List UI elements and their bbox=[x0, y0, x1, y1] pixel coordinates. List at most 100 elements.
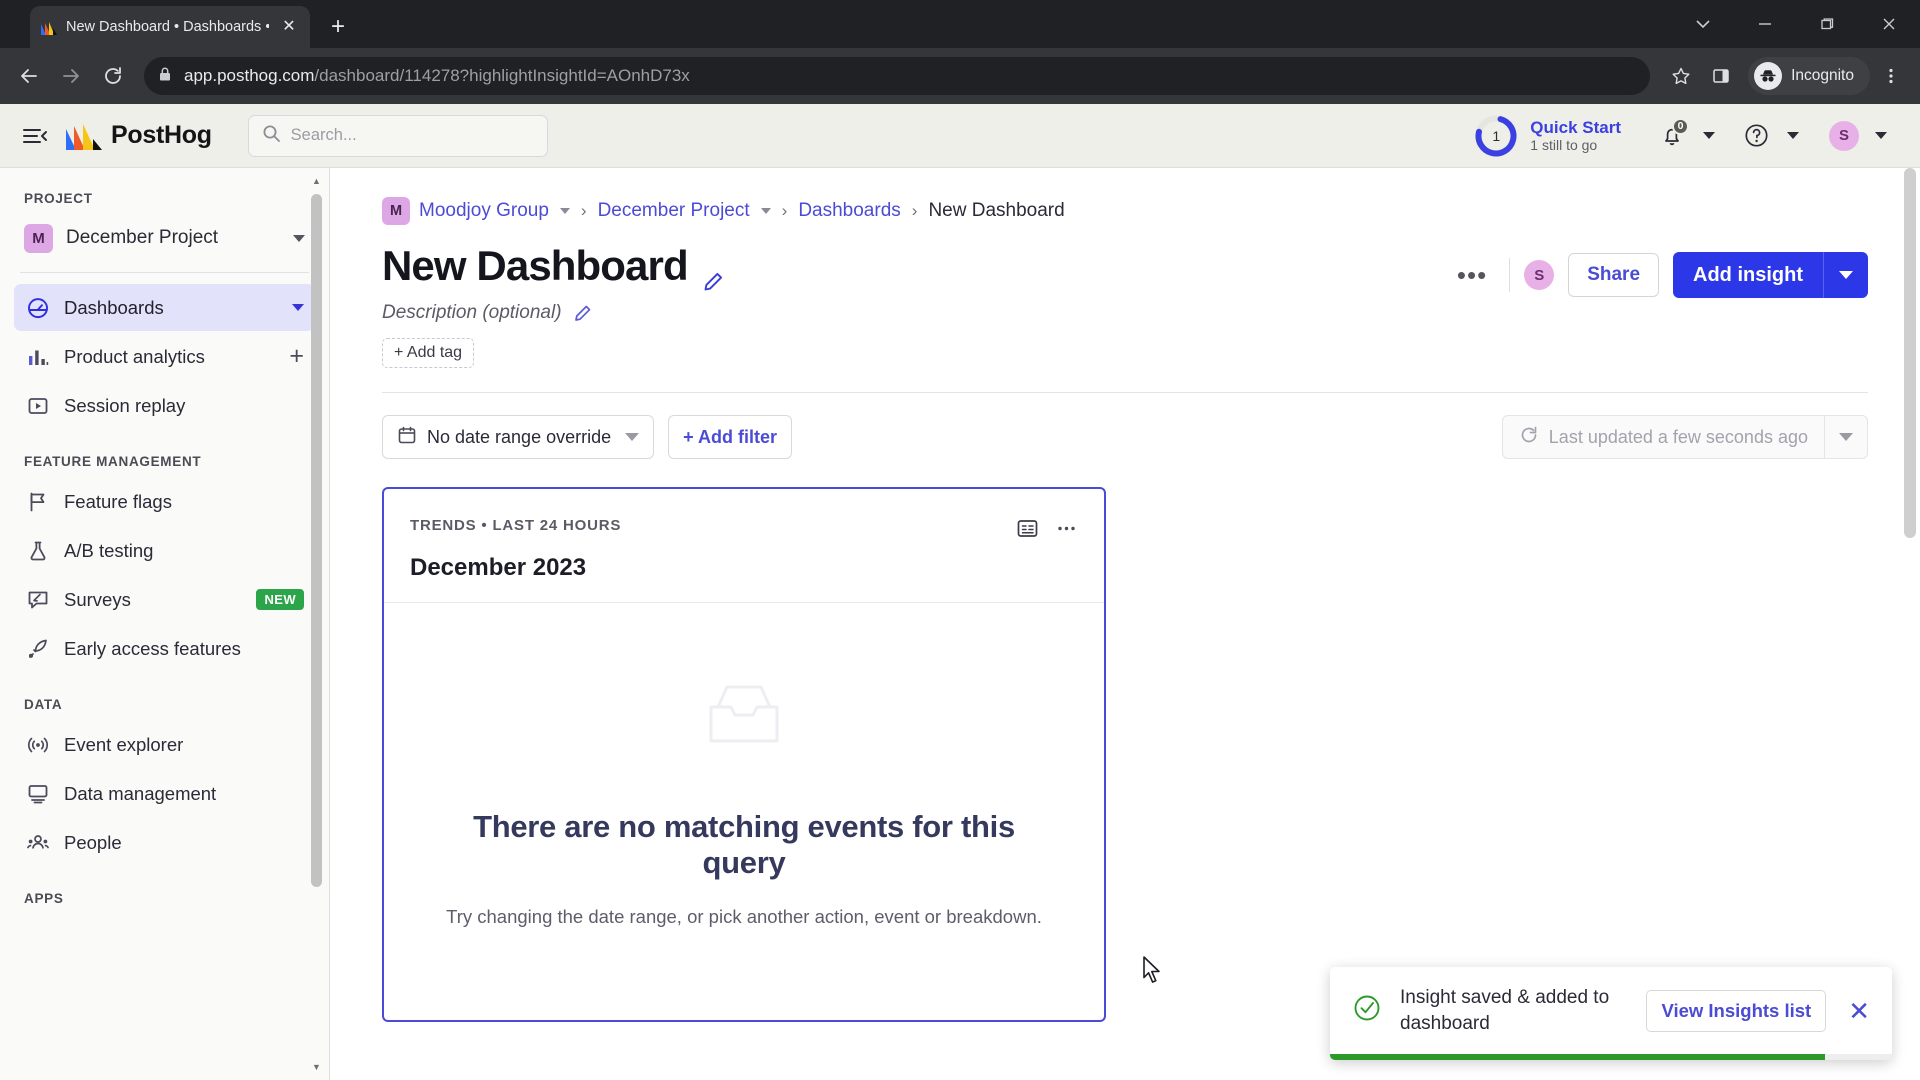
sidebar-item-product-analytics[interactable]: Product analytics + bbox=[14, 333, 315, 380]
toast-body: Insight saved & added to dashboard View … bbox=[1330, 967, 1892, 1054]
sidebar-divider bbox=[20, 272, 309, 273]
share-button[interactable]: Share bbox=[1568, 253, 1660, 297]
sidebar-item-label: Product analytics bbox=[64, 345, 205, 367]
sidebar-project-switcher[interactable]: M December Project bbox=[14, 215, 315, 261]
view-insights-list-button[interactable]: View Insights list bbox=[1646, 989, 1827, 1032]
edit-title-pencil-icon[interactable] bbox=[702, 255, 724, 291]
sidebar-item-label: Early access features bbox=[64, 637, 241, 659]
notifications-chevron-down-icon[interactable] bbox=[1692, 119, 1726, 153]
sidebar-item-feature-flags[interactable]: Feature flags bbox=[14, 478, 315, 525]
sidebar-item-early-access-features[interactable]: Early access features bbox=[14, 625, 315, 672]
add-insight-button[interactable]: Add insight bbox=[1673, 252, 1868, 298]
last-updated-label: Last updated a few seconds ago bbox=[1548, 426, 1808, 447]
back-arrow-icon[interactable] bbox=[10, 57, 48, 95]
dashboards-chevron-down-icon[interactable] bbox=[292, 304, 304, 311]
add-filter-button[interactable]: + Add filter bbox=[668, 415, 792, 459]
kebab-menu-icon[interactable] bbox=[1872, 57, 1910, 95]
minimize-icon[interactable] bbox=[1734, 0, 1796, 48]
sidebar-item-label: Event explorer bbox=[64, 733, 184, 755]
sidebar-item-label: Session replay bbox=[64, 394, 186, 416]
breadcrumb-item-org[interactable]: Moodjoy Group bbox=[419, 200, 549, 222]
project-chevron-down-icon[interactable] bbox=[293, 234, 305, 242]
last-updated-text-wrap: Last updated a few seconds ago bbox=[1503, 425, 1824, 450]
breadcrumb-item-dashboards[interactable]: Dashboards bbox=[798, 200, 900, 222]
header-divider bbox=[382, 392, 1868, 393]
more-options-button[interactable]: ••• bbox=[1449, 262, 1495, 288]
bar-chart-icon bbox=[25, 344, 50, 369]
sidebar-section-apps: APPS bbox=[24, 891, 64, 906]
collaborator-avatar[interactable]: S bbox=[1524, 260, 1555, 290]
sidebar-item-event-explorer[interactable]: Event explorer bbox=[14, 721, 315, 768]
new-tab-button[interactable]: + bbox=[322, 11, 354, 43]
scrollbar-thumb[interactable] bbox=[1904, 168, 1916, 538]
window-close-icon[interactable] bbox=[1858, 0, 1920, 48]
brand-name: PostHog bbox=[111, 121, 212, 149]
sidebar-section-feature-management: FEATURE MANAGEMENT bbox=[24, 454, 202, 469]
insight-card[interactable]: TRENDS • LAST 24 HOURS December 2023 The… bbox=[382, 487, 1106, 1022]
toggle-sidebar-icon[interactable] bbox=[18, 119, 52, 153]
last-updated-control[interactable]: Last updated a few seconds ago bbox=[1501, 415, 1868, 459]
avatar[interactable]: S bbox=[1827, 119, 1861, 153]
last-updated-chevron-down-icon[interactable] bbox=[1825, 433, 1867, 441]
add-tag-button[interactable]: + Add tag bbox=[382, 338, 475, 368]
insight-more-options-icon[interactable] bbox=[1055, 517, 1078, 545]
close-tab-icon[interactable]: ✕ bbox=[278, 16, 300, 38]
tab-search-chevron-down-icon[interactable] bbox=[1672, 0, 1734, 48]
main-scrollbar[interactable] bbox=[1904, 168, 1916, 1080]
forward-arrow-icon[interactable] bbox=[52, 57, 90, 95]
sidebar-item-surveys[interactable]: Surveys NEW bbox=[14, 576, 315, 623]
project-badge: M bbox=[24, 223, 53, 253]
sidebar-item-dashboards[interactable]: Dashboards bbox=[14, 284, 315, 331]
edit-description-pencil-icon[interactable] bbox=[573, 304, 592, 323]
scroll-up-arrow-icon[interactable]: ▲ bbox=[311, 176, 322, 186]
insight-card-kicker: TRENDS • LAST 24 HOURS bbox=[410, 517, 622, 534]
posthog-brand[interactable]: PostHog bbox=[66, 121, 212, 151]
sidebar-item-label: People bbox=[64, 831, 122, 853]
sidebar-scrollbar[interactable]: ▲ ▼ bbox=[311, 176, 322, 1072]
reload-icon[interactable] bbox=[94, 57, 132, 95]
address-bar[interactable]: app.posthog.com/dashboard/114278?highlig… bbox=[144, 57, 1651, 95]
breadcrumb-org-chevron-down-icon[interactable] bbox=[559, 208, 570, 214]
date-range-selector[interactable]: No date range override bbox=[382, 415, 655, 459]
main-content: M Moodjoy Group › December Project › Das… bbox=[330, 168, 1920, 1080]
rocket-icon bbox=[25, 636, 50, 661]
scrollbar-thumb[interactable] bbox=[311, 194, 322, 887]
incognito-indicator[interactable]: Incognito bbox=[1748, 57, 1870, 95]
empty-inbox-icon bbox=[705, 681, 783, 749]
help-chevron-down-icon[interactable] bbox=[1776, 119, 1810, 153]
breadcrumb-separator: › bbox=[580, 201, 587, 220]
date-range-label: No date range override bbox=[427, 426, 612, 447]
browser-tab[interactable]: New Dashboard • Dashboards • ✕ bbox=[30, 6, 310, 48]
add-insight-chevron-down-icon[interactable] bbox=[1824, 271, 1868, 279]
side-panel-icon[interactable] bbox=[1702, 57, 1740, 95]
breadcrumb-item-project[interactable]: December Project bbox=[598, 200, 750, 222]
account-chevron-down-icon[interactable] bbox=[1864, 119, 1898, 153]
flag-icon bbox=[25, 489, 50, 514]
star-icon[interactable] bbox=[1662, 57, 1700, 95]
app-topbar: PostHog Search... 1 Quick Start 1 still … bbox=[0, 104, 1920, 168]
people-icon bbox=[25, 830, 50, 855]
browser-tabstrip: New Dashboard • Dashboards • ✕ + bbox=[0, 0, 1920, 48]
maximize-icon[interactable] bbox=[1796, 0, 1858, 48]
help-icon[interactable] bbox=[1739, 119, 1773, 153]
sidebar-item-session-replay[interactable]: Session replay bbox=[14, 382, 315, 429]
notifications-bell-icon[interactable]: 0 bbox=[1655, 117, 1689, 153]
breadcrumb-project-chevron-down-icon[interactable] bbox=[760, 208, 771, 214]
insight-details-icon[interactable] bbox=[1016, 517, 1039, 545]
breadcrumb-item-current: New Dashboard bbox=[928, 200, 1065, 221]
avatar-initial: S bbox=[1829, 120, 1859, 151]
new-insight-plus-icon[interactable]: + bbox=[289, 344, 304, 369]
insight-card-header: TRENDS • LAST 24 HOURS December 2023 bbox=[384, 489, 1104, 602]
posthog-logo-icon bbox=[66, 121, 102, 151]
sidebar-item-data-management[interactable]: Data management bbox=[14, 770, 315, 817]
toast-message: Insight saved & added to dashboard bbox=[1400, 987, 1610, 1034]
date-range-chevron-down-icon[interactable] bbox=[625, 433, 640, 441]
quick-start-widget[interactable]: 1 Quick Start 1 still to go bbox=[1473, 113, 1621, 159]
search-placeholder: Search... bbox=[290, 126, 357, 144]
address-bar-url: app.posthog.com/dashboard/114278?highlig… bbox=[184, 66, 690, 85]
sidebar-item-people[interactable]: People bbox=[14, 819, 315, 866]
scroll-down-arrow-icon[interactable]: ▼ bbox=[311, 1062, 322, 1072]
sidebar-item-ab-testing[interactable]: A/B testing bbox=[14, 527, 315, 574]
search-input[interactable]: Search... bbox=[247, 114, 548, 157]
close-toast-icon[interactable]: ✕ bbox=[1844, 998, 1874, 1024]
